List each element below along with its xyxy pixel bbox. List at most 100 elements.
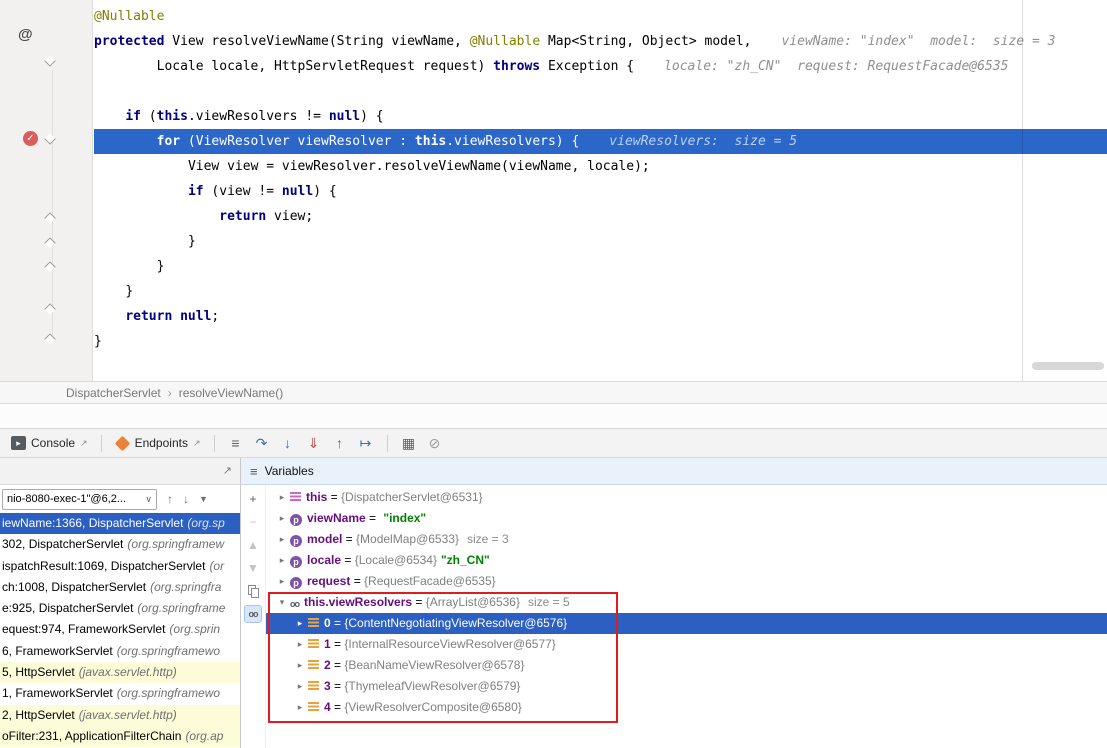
tab-console[interactable]: ▸ Console ↗ <box>6 429 93 457</box>
variable-row[interactable]: ▸this = {DispatcherServlet@6531} <box>266 487 1107 508</box>
breadcrumb-item-method[interactable]: resolveViewName() <box>179 386 283 400</box>
variable-name: this <box>306 490 327 504</box>
view-breakpoints-icon[interactable]: ▦ <box>398 432 420 454</box>
code-line[interactable]: } <box>94 279 1107 304</box>
code-editor[interactable]: @ ✓ @Nullable protected View resolveViewN… <box>0 0 1107 381</box>
variable-name: 1 <box>324 637 331 651</box>
frame-row[interactable]: ispatchResult:1069, DispatcherServlet(or <box>0 556 240 577</box>
code-line[interactable]: } <box>94 254 1107 279</box>
variable-row[interactable]: ▸pviewName = "index" <box>266 508 1107 529</box>
tab-endpoints[interactable]: Endpoints ↗ <box>110 429 206 457</box>
chevron-right-icon[interactable]: ▸ <box>276 571 288 592</box>
code-line[interactable]: if (view != null) { <box>94 179 1107 204</box>
code-line[interactable]: for (ViewResolver viewResolver : this.vi… <box>94 129 1107 154</box>
variable-row[interactable]: ▸prequest = {RequestFacade@6535} <box>266 571 1107 592</box>
equals-sign: = <box>341 553 355 567</box>
variable-row[interactable]: ▸3 = {ThymeleafViewResolver@6579} <box>266 676 1107 697</box>
run-to-cursor-icon[interactable]: ↦ <box>355 432 377 454</box>
chevron-right-icon[interactable]: ▸ <box>294 634 306 655</box>
variable-row[interactable]: ▸0 = {ContentNegotiatingViewResolver@657… <box>266 613 1107 634</box>
code-token: (ViewResolver viewResolver : <box>180 134 415 149</box>
frame-row[interactable]: 2, HttpServlet(javax.servlet.http) <box>0 705 240 726</box>
code-line[interactable]: @Nullable <box>94 4 1107 29</box>
frame-row[interactable]: e:925, DispatcherServlet(org.springframe <box>0 598 240 619</box>
chevron-right-icon[interactable]: ▸ <box>276 508 288 529</box>
chevron-right-icon[interactable]: ▸ <box>294 676 306 697</box>
move-watch-down-icon[interactable]: ▼ <box>244 559 262 577</box>
hide-panel-icon[interactable]: ↗ <box>223 464 232 477</box>
frame-row[interactable]: oFilter:231, ApplicationFilterChain(org.… <box>0 726 240 747</box>
step-into-icon[interactable]: ↓ <box>277 432 299 454</box>
step-out-icon[interactable]: ↑ <box>329 432 351 454</box>
chevron-right-icon[interactable]: ▸ <box>276 550 288 571</box>
parameter-icon: p <box>290 556 302 568</box>
code-line[interactable]: return null; <box>94 304 1107 329</box>
fold-end-icon[interactable] <box>44 303 55 314</box>
code-line[interactable]: return view; <box>94 204 1107 229</box>
code-token: ; <box>211 309 219 324</box>
code-token: this <box>157 109 188 124</box>
show-watches-icon[interactable]: oo <box>244 605 262 623</box>
frame-row[interactable]: ch:1008, DispatcherServlet(org.springfra <box>0 577 240 598</box>
code-line[interactable]: View view = viewResolver.resolveViewName… <box>94 154 1107 179</box>
code-token: @Nullable <box>94 9 164 24</box>
variable-row[interactable]: ▸1 = {InternalResourceViewResolver@6577} <box>266 634 1107 655</box>
frame-row[interactable]: 6, FrameworkServlet(org.springframewo <box>0 641 240 662</box>
editor-horizontal-scrollbar[interactable] <box>1032 362 1104 370</box>
chevron-right-icon[interactable]: ▸ <box>276 487 288 508</box>
move-watch-up-icon[interactable]: ▲ <box>244 536 262 554</box>
frame-row[interactable]: 5, HttpServlet(javax.servlet.http) <box>0 662 240 683</box>
fold-end-icon[interactable] <box>44 237 55 248</box>
previous-frame-icon[interactable]: ↑ <box>167 492 173 506</box>
fold-end-icon[interactable] <box>44 333 55 344</box>
filter-frames-icon[interactable]: ▼ <box>199 494 208 504</box>
fold-expanded-icon[interactable] <box>44 55 55 66</box>
variable-row[interactable]: ▸2 = {BeanNameViewResolver@6578} <box>266 655 1107 676</box>
code-line[interactable]: if (this.viewResolvers != null) { <box>94 104 1107 129</box>
variable-row[interactable]: ▸plocale = {Locale@6534}"zh_CN" <box>266 550 1107 571</box>
frame-row[interactable]: 302, DispatcherServlet(org.springframew <box>0 534 240 555</box>
layout-settings-icon[interactable]: ≡ <box>225 432 247 454</box>
step-over-icon[interactable]: ↷ <box>251 432 273 454</box>
fold-expanded-icon[interactable] <box>44 133 55 144</box>
next-frame-icon[interactable]: ↓ <box>183 492 189 506</box>
chevron-right-icon[interactable]: ▸ <box>294 613 306 634</box>
code-line[interactable]: protected View resolveViewName(String vi… <box>94 29 1107 54</box>
code-area[interactable]: @Nullable protected View resolveViewName(… <box>94 4 1107 354</box>
frame-row[interactable]: equest:974, FrameworkServlet(org.sprin <box>0 619 240 640</box>
variable-reference: {InternalResourceViewResolver@6577} <box>344 637 555 651</box>
chevron-down-icon[interactable]: ▾ <box>276 592 288 613</box>
variable-size: size = 3 <box>467 532 509 546</box>
breakpoint-verified-icon[interactable]: ✓ <box>23 131 38 146</box>
code-line[interactable] <box>94 79 1107 104</box>
force-step-into-icon[interactable]: ⇓ <box>303 432 325 454</box>
annotation-gutter-icon[interactable]: @ <box>18 26 33 43</box>
frame-package: (org.sp <box>187 516 224 530</box>
frame-row[interactable]: iewName:1366, DispatcherServlet(org.sp <box>0 513 240 534</box>
fold-end-icon[interactable] <box>44 261 55 272</box>
right-margin-guide <box>1022 0 1023 381</box>
remove-watch-icon[interactable]: − <box>244 513 262 531</box>
frame-row[interactable]: 1, FrameworkServlet(org.springframewo <box>0 683 240 704</box>
frame-location: equest:974, FrameworkServlet <box>2 622 165 636</box>
code-token: .viewResolvers != <box>188 109 329 124</box>
ide-debugger-window: @ ✓ @Nullable protected View resolveViewN… <box>0 0 1107 748</box>
code-line[interactable]: } <box>94 229 1107 254</box>
chevron-right-icon[interactable]: ▸ <box>294 655 306 676</box>
variables-menu-icon[interactable]: ≡ <box>250 464 258 479</box>
debugger-inline-hint: locale: "zh_CN" request: RequestFacade@6… <box>664 59 1008 74</box>
mute-breakpoints-icon[interactable]: ⊘ <box>424 432 446 454</box>
variable-row[interactable]: ▸4 = {ViewResolverComposite@6580} <box>266 697 1107 718</box>
add-watch-icon[interactable]: + <box>244 490 262 508</box>
code-line[interactable]: Locale locale, HttpServletRequest reques… <box>94 54 1107 79</box>
variable-row[interactable]: ▾oothis.viewResolvers = {ArrayList@6536}… <box>266 592 1107 613</box>
thread-selector-dropdown[interactable]: nio-8080-exec-1"@6,2... ∨ <box>2 489 157 510</box>
watch-icon: oo <box>290 594 299 613</box>
copy-icon[interactable] <box>244 582 262 600</box>
variable-row[interactable]: ▸pmodel = {ModelMap@6533}size = 3 <box>266 529 1107 550</box>
fold-end-icon[interactable] <box>44 212 55 223</box>
chevron-right-icon[interactable]: ▸ <box>276 529 288 550</box>
breadcrumb-item-class[interactable]: DispatcherServlet <box>66 386 161 400</box>
chevron-right-icon[interactable]: ▸ <box>294 697 306 718</box>
code-line[interactable]: } <box>94 329 1107 354</box>
